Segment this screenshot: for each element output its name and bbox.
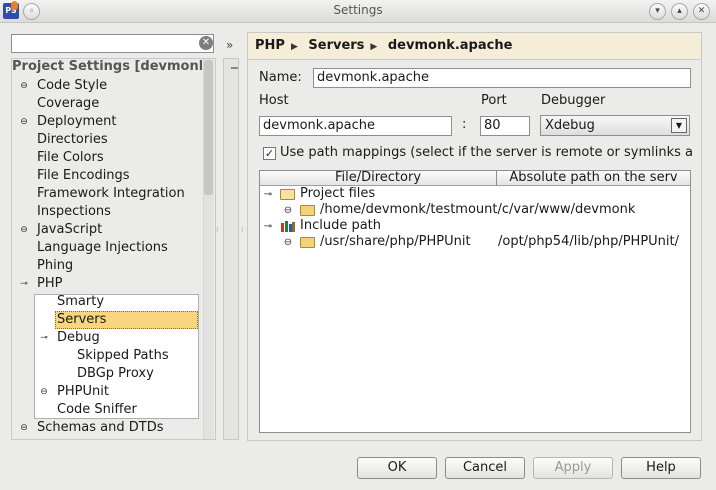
expand-toggle-icon[interactable]: ⊖ (19, 225, 29, 235)
expand-toggle-icon[interactable]: ⊖ (39, 387, 49, 397)
debugger-selected-value: Xdebug (545, 118, 595, 133)
debugger-label: Debugger (541, 93, 606, 108)
tree-item-file-colors[interactable]: File Colors (37, 149, 104, 167)
tree-root-project-settings: Project Settings [devmonk] (12, 59, 202, 74)
close-icon[interactable]: ✕ (693, 3, 710, 20)
table-row-project-files[interactable]: Project files (300, 186, 375, 202)
table-row-local-path[interactable]: /home/devmonk/testmount/c/var/www/devmon… (320, 202, 635, 218)
tree-item-debug[interactable]: Debug (57, 329, 100, 347)
tree-item-file-encodings[interactable]: File Encodings (37, 167, 130, 185)
table-row-phpunit-local-path[interactable]: /usr/share/php/PHPUnit (320, 234, 471, 250)
tree-scrollbar-thumb[interactable] (204, 60, 213, 195)
ok-button[interactable]: OK (357, 457, 437, 479)
collapse-toggle-icon[interactable]: ⊸ (19, 279, 29, 289)
folder-icon (300, 237, 315, 248)
tree-item-schemas-and-dtds[interactable]: Schemas and DTDs (37, 419, 164, 437)
collapse-toggle-icon[interactable]: ⊸ (262, 221, 274, 233)
tree-item-php[interactable]: PHP (37, 275, 62, 293)
use-path-mappings-checkbox[interactable]: ✓ (263, 147, 276, 160)
panel-splitter[interactable] (223, 58, 239, 440)
port-field[interactable]: 80 (480, 116, 530, 136)
host-port-separator: : (462, 117, 467, 132)
breadcrumb-servers[interactable]: Servers (308, 38, 364, 53)
breadcrumb-server-name: devmonk.apache (387, 38, 513, 53)
minimize-icon[interactable]: ▾ (649, 3, 666, 20)
name-label: Name: (259, 70, 302, 85)
collapse-toggle-icon[interactable]: ⊸ (39, 333, 49, 343)
folder-icon (300, 205, 315, 216)
tree-item-inspections[interactable]: Inspections (37, 203, 111, 221)
settings-search-input[interactable] (11, 34, 214, 53)
window-title: Settings (333, 3, 383, 17)
help-button[interactable]: Help (621, 457, 701, 479)
collapse-toggle-icon[interactable]: ⊸ (262, 189, 274, 201)
column-header-absolute-path[interactable]: Absolute path on the serv (497, 171, 690, 186)
name-field[interactable]: devmonk.apache (313, 68, 691, 88)
maximize-icon[interactable]: ▴ (671, 3, 688, 20)
expand-toggle-icon[interactable]: ⊖ (19, 117, 29, 127)
breadcrumb-arrow-icon: ▶ (290, 42, 298, 52)
apply-button[interactable]: Apply (533, 457, 613, 479)
breadcrumb-arrow-icon: ▶ (370, 42, 378, 52)
tree-item-language-injections[interactable]: Language Injections (37, 239, 168, 257)
breadcrumb-php[interactable]: PHP (255, 38, 285, 53)
tree-item-phing[interactable]: Phing (37, 257, 73, 275)
splitter-collapse-icon[interactable] (231, 67, 238, 69)
column-header-file-directory[interactable]: File/Directory (260, 171, 496, 186)
table-row-phpunit-server-path[interactable]: /opt/php54/lib/php/PHPUnit/ (498, 234, 679, 250)
table-row-include-path[interactable]: Include path (300, 218, 381, 234)
debugger-select[interactable]: Xdebug (540, 115, 690, 136)
tree-item-code-style[interactable]: Code Style (37, 77, 107, 95)
tree-item-javascript[interactable]: JavaScript (37, 221, 102, 239)
dropdown-arrow-icon[interactable]: ▼ (671, 118, 687, 133)
tree-item-framework-integration[interactable]: Framework Integration (37, 185, 185, 203)
tree-item-coverage[interactable]: Coverage (37, 95, 99, 113)
breadcrumb: PHP ▶ Servers ▶ devmonk.apache (248, 33, 701, 60)
cancel-button[interactable]: Cancel (445, 457, 525, 479)
tree-item-phpunit[interactable]: PHPUnit (57, 383, 109, 401)
host-field[interactable]: devmonk.apache (259, 116, 452, 136)
tree-item-directories[interactable]: Directories (37, 131, 108, 149)
clear-search-icon[interactable]: ✕ (199, 36, 213, 50)
library-icon (281, 221, 295, 232)
expand-panel-icon[interactable]: » (226, 38, 233, 52)
tree-item-code-sniffer[interactable]: Code Sniffer (57, 401, 137, 419)
use-path-mappings-label[interactable]: Use path mappings (select if the server … (280, 145, 692, 160)
resize-grip-icon[interactable]: ⁞ (216, 226, 222, 240)
host-label: Host (259, 93, 289, 108)
tree-item-servers[interactable]: Servers (57, 311, 106, 329)
open-folder-icon (280, 189, 295, 200)
expand-toggle-icon[interactable]: ⊖ (282, 205, 294, 217)
expand-toggle-icon[interactable]: ⊖ (19, 81, 29, 91)
port-label: Port (481, 93, 507, 108)
expand-toggle-icon[interactable]: ⊖ (282, 237, 294, 249)
tree-item-dbgp-proxy[interactable]: DBGp Proxy (77, 365, 154, 383)
tree-item-deployment[interactable]: Deployment (37, 113, 117, 131)
expand-toggle-icon[interactable]: ⊖ (19, 423, 29, 433)
tree-item-skipped-paths[interactable]: Skipped Paths (77, 347, 169, 365)
tree-item-smarty[interactable]: Smarty (57, 293, 104, 311)
